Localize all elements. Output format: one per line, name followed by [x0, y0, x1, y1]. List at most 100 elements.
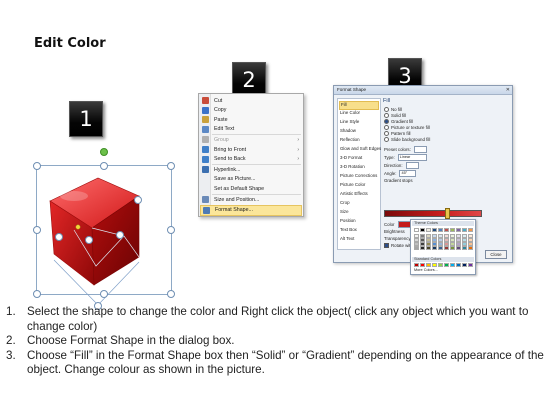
category-artistic-effects[interactable]: Artistic Effects	[340, 191, 368, 198]
vertex-handle[interactable]	[85, 236, 93, 244]
theme-shade-swatch[interactable]	[468, 246, 473, 250]
more-colors-link[interactable]: More Colors...	[414, 268, 438, 272]
step-number: 1.	[6, 305, 16, 318]
vertex-handle[interactable]	[55, 233, 63, 241]
standard-color-swatch[interactable]	[414, 263, 419, 267]
resize-handle-bl[interactable]	[33, 290, 41, 298]
category-shadow[interactable]: Shadow	[340, 128, 356, 135]
resize-handle-br[interactable]	[167, 290, 175, 298]
menu-item-size-and-position[interactable]: Size and Position...	[200, 195, 302, 204]
theme-color-swatch[interactable]	[468, 228, 473, 232]
theme-color-swatch[interactable]	[420, 228, 425, 232]
field-dropdown[interactable]: Linear	[397, 154, 427, 161]
theme-color-swatch[interactable]	[462, 228, 467, 232]
standard-color-swatch[interactable]	[462, 263, 467, 267]
radio-button[interactable]	[384, 125, 389, 130]
menu-item-edit-text[interactable]: Edit Text	[200, 125, 302, 134]
category-fill[interactable]: Fill	[339, 101, 379, 110]
menu-item-save-as-picture[interactable]: Save as Picture...	[200, 175, 302, 184]
resize-handle-r[interactable]	[167, 226, 175, 234]
category-line-style[interactable]: Line Style	[340, 119, 359, 126]
menu-item-label: Size and Position...	[214, 196, 260, 203]
standard-color-swatch[interactable]	[426, 263, 431, 267]
instructions-list: 1. Select the shape to change the color a…	[6, 305, 551, 378]
bring-front-icon	[202, 146, 209, 153]
radio-button[interactable]	[384, 107, 389, 112]
field-dropdown[interactable]	[413, 146, 427, 153]
standard-color-swatch[interactable]	[444, 263, 449, 267]
category-line-color[interactable]: Line Color	[340, 110, 360, 117]
menu-item-group[interactable]: Group ›	[200, 135, 302, 144]
theme-color-swatch[interactable]	[450, 228, 455, 232]
menu-item-set-as-default-shape[interactable]: Set as Default Shape	[200, 184, 302, 193]
category-crop[interactable]: Crop	[340, 200, 350, 207]
resize-handle-t[interactable]	[100, 162, 108, 170]
radio-button[interactable]	[384, 131, 389, 136]
category-reflection[interactable]: Reflection	[340, 137, 360, 144]
theme-shade-swatch[interactable]	[426, 246, 431, 250]
category-glow-and-soft-edges[interactable]: Glow and Soft Edges	[340, 146, 381, 153]
theme-color-swatch[interactable]	[438, 228, 443, 232]
menu-item-send-to-back[interactable]: Send to Back ›	[200, 155, 302, 164]
adjust-handle	[75, 224, 81, 230]
theme-color-swatch[interactable]	[426, 228, 431, 232]
menu-item-copy[interactable]: Copy	[200, 106, 302, 115]
fill-option-gradient-fill[interactable]: Gradient fill	[384, 119, 413, 124]
field-dropdown[interactable]: 45°	[399, 170, 417, 177]
category-3-d-rotation[interactable]: 3-D Rotation	[340, 164, 365, 171]
rotation-handle[interactable]	[100, 148, 108, 156]
menu-item-bring-to-front[interactable]: Bring to Front ›	[200, 145, 302, 154]
standard-color-swatch[interactable]	[438, 263, 443, 267]
theme-shade-swatch[interactable]	[420, 246, 425, 250]
standard-color-swatch[interactable]	[420, 263, 425, 267]
radio-button[interactable]	[384, 119, 389, 124]
standard-color-swatch[interactable]	[468, 263, 473, 267]
theme-color-swatch[interactable]	[444, 228, 449, 232]
standard-color-swatch[interactable]	[432, 263, 437, 267]
rotate-checkbox[interactable]	[384, 243, 389, 248]
standard-color-swatch[interactable]	[456, 263, 461, 267]
theme-color-swatch[interactable]	[414, 228, 419, 232]
theme-shade-swatch[interactable]	[462, 246, 467, 250]
gradient-stops-bar[interactable]	[384, 210, 482, 217]
gradient-stop-handle[interactable]	[445, 208, 450, 219]
theme-color-swatch[interactable]	[432, 228, 437, 232]
category-position[interactable]: Position	[340, 218, 356, 225]
vertex-handle[interactable]	[116, 231, 124, 239]
close-button[interactable]: Close	[485, 250, 507, 259]
theme-shade-swatch[interactable]	[450, 246, 455, 250]
fill-option-no-fill[interactable]: No fill	[384, 107, 402, 112]
resize-handle-tr[interactable]	[167, 162, 175, 170]
radio-button[interactable]	[384, 137, 389, 142]
theme-shade-swatch[interactable]	[414, 246, 419, 250]
menu-item-hyperlink[interactable]: Hyperlink...	[200, 165, 302, 174]
resize-handle-tl[interactable]	[33, 162, 41, 170]
category-text-box[interactable]: Text Box	[340, 227, 357, 234]
fill-option-slide-background-fill[interactable]: Slide background fill	[384, 137, 430, 142]
close-icon[interactable]: ✕	[506, 87, 510, 93]
field-dropdown[interactable]	[405, 162, 419, 169]
vertex-handle[interactable]	[134, 196, 142, 204]
menu-item-format-shape[interactable]: Format Shape...	[200, 204, 302, 216]
theme-shade-swatch[interactable]	[438, 246, 443, 250]
resize-handle-l[interactable]	[33, 226, 41, 234]
fill-option-solid-fill[interactable]: Solid fill	[384, 113, 406, 118]
menu-item-cut[interactable]: Cut	[200, 96, 302, 105]
category-3-d-format[interactable]: 3-D Format	[340, 155, 362, 162]
theme-shade-swatch[interactable]	[444, 246, 449, 250]
category-picture-corrections[interactable]: Picture Corrections	[340, 173, 377, 180]
theme-shade-swatch[interactable]	[456, 246, 461, 250]
theme-color-swatch[interactable]	[456, 228, 461, 232]
standard-colors-row	[414, 263, 473, 267]
resize-handle-b[interactable]	[100, 290, 108, 298]
category-alt-text[interactable]: Alt Text	[340, 236, 354, 243]
menu-item-label: Cut	[214, 97, 223, 104]
category-picture-color[interactable]: Picture Color	[340, 182, 365, 189]
category-size[interactable]: Size	[340, 209, 349, 216]
menu-item-paste[interactable]: Paste	[200, 115, 302, 124]
fill-option-pattern-fill[interactable]: Pattern fill	[384, 131, 411, 136]
radio-button[interactable]	[384, 113, 389, 118]
theme-shade-swatch[interactable]	[432, 246, 437, 250]
standard-color-swatch[interactable]	[450, 263, 455, 267]
fill-option-picture-or-texture-fill[interactable]: Picture or texture fill	[384, 125, 430, 130]
